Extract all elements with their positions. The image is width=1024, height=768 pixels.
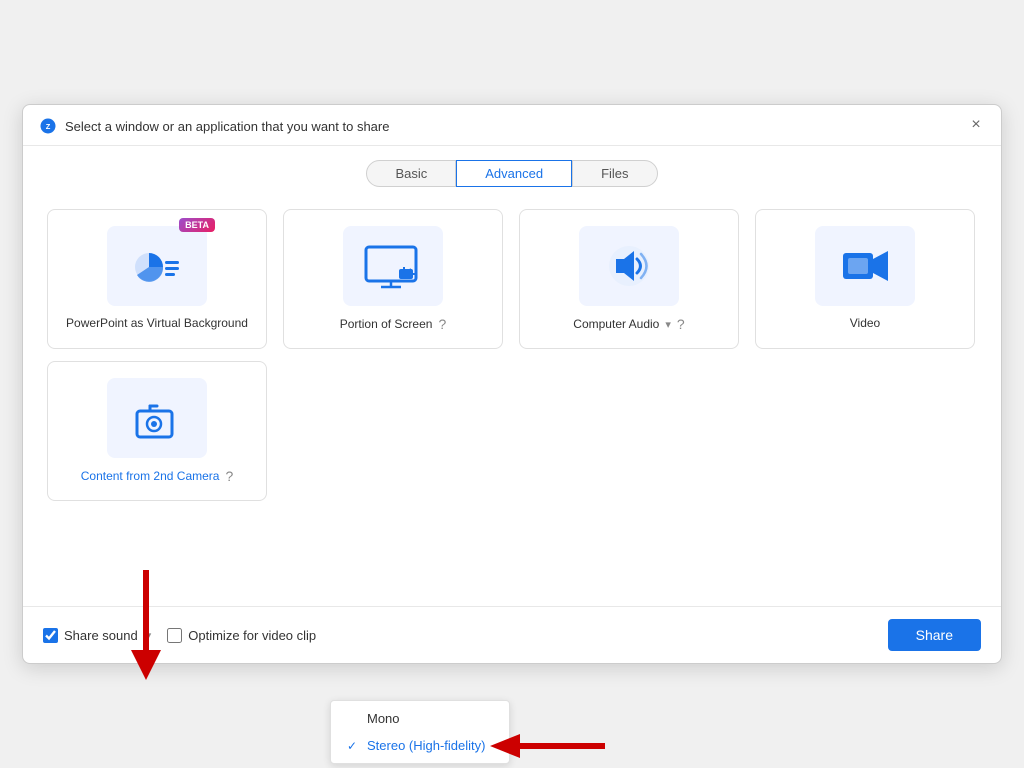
arrow-right-indicator xyxy=(490,732,610,765)
stereo-checkmark: ✓ xyxy=(347,739,361,753)
share-sound-text: Share sound xyxy=(64,628,138,643)
dropdown-item-mono[interactable]: Mono xyxy=(331,705,509,732)
share-dialog: Z Select a window or an application that… xyxy=(22,104,1002,664)
optimize-text: Optimize for video clip xyxy=(188,628,316,643)
powerpoint-icon xyxy=(127,241,187,291)
arrow-down-indicator xyxy=(131,565,161,690)
share-sound-checkbox[interactable] xyxy=(43,628,58,643)
optimize-checkbox-label[interactable]: Optimize for video clip xyxy=(167,628,316,643)
portion-screen-question-icon[interactable]: ? xyxy=(438,316,446,332)
portion-screen-icon xyxy=(361,241,426,291)
computer-audio-question-icon[interactable]: ? xyxy=(677,316,685,332)
svg-text:Z: Z xyxy=(46,122,51,131)
card-powerpoint[interactable]: BETA PowerPoint as Virtual Background xyxy=(47,209,267,349)
computer-audio-label: Computer Audio ▾ ? xyxy=(573,316,684,332)
cards-row-1: BETA PowerPoint as Virtual Background xyxy=(47,209,977,349)
title-bar: Z Select a window or an application that… xyxy=(23,105,1001,146)
zoom-icon: Z xyxy=(39,117,57,135)
dropdown-item-stereo[interactable]: ✓ Stereo (High-fidelity) xyxy=(331,732,509,759)
stereo-label: Stereo (High-fidelity) xyxy=(367,738,486,753)
powerpoint-label: PowerPoint as Virtual Background xyxy=(66,316,248,330)
portion-screen-icon-box xyxy=(343,226,443,306)
close-button[interactable]: × xyxy=(965,114,987,136)
cards-row-2: Content from 2nd Camera ? xyxy=(47,361,977,501)
audio-icon xyxy=(602,241,657,291)
camera-icon-box xyxy=(107,378,207,458)
tab-basic[interactable]: Basic xyxy=(366,160,456,187)
video-label: Video xyxy=(850,316,880,330)
optimize-checkbox[interactable] xyxy=(167,628,182,643)
beta-badge: BETA xyxy=(179,218,215,232)
camera-label: Content from 2nd Camera ? xyxy=(81,468,234,484)
computer-audio-icon-box xyxy=(579,226,679,306)
card-computer-audio[interactable]: Computer Audio ▾ ? xyxy=(519,209,739,349)
card-portion-screen[interactable]: Portion of Screen ? xyxy=(283,209,503,349)
tabs-row: Basic Advanced Files xyxy=(23,146,1001,197)
tab-advanced[interactable]: Advanced xyxy=(456,160,572,187)
cards-grid: BETA PowerPoint as Virtual Background xyxy=(23,197,1001,513)
tab-files[interactable]: Files xyxy=(572,160,657,187)
mono-label: Mono xyxy=(367,711,400,726)
powerpoint-icon-box: BETA xyxy=(107,226,207,306)
share-button[interactable]: Share xyxy=(888,619,981,651)
video-icon-box xyxy=(815,226,915,306)
camera-icon xyxy=(127,391,187,446)
video-icon xyxy=(838,241,893,291)
computer-audio-chevron-icon[interactable]: ▾ xyxy=(665,318,671,331)
portion-screen-label: Portion of Screen ? xyxy=(340,316,447,332)
dropdown-menu: Mono ✓ Stereo (High-fidelity) xyxy=(330,700,510,764)
card-video[interactable]: Video xyxy=(755,209,975,349)
dialog-title: Select a window or an application that y… xyxy=(65,119,985,134)
mono-checkmark xyxy=(347,712,361,726)
bottom-bar: Share sound ▾ Optimize for video clip Sh… xyxy=(23,606,1001,663)
card-camera[interactable]: Content from 2nd Camera ? xyxy=(47,361,267,501)
camera-question-icon[interactable]: ? xyxy=(225,468,233,484)
